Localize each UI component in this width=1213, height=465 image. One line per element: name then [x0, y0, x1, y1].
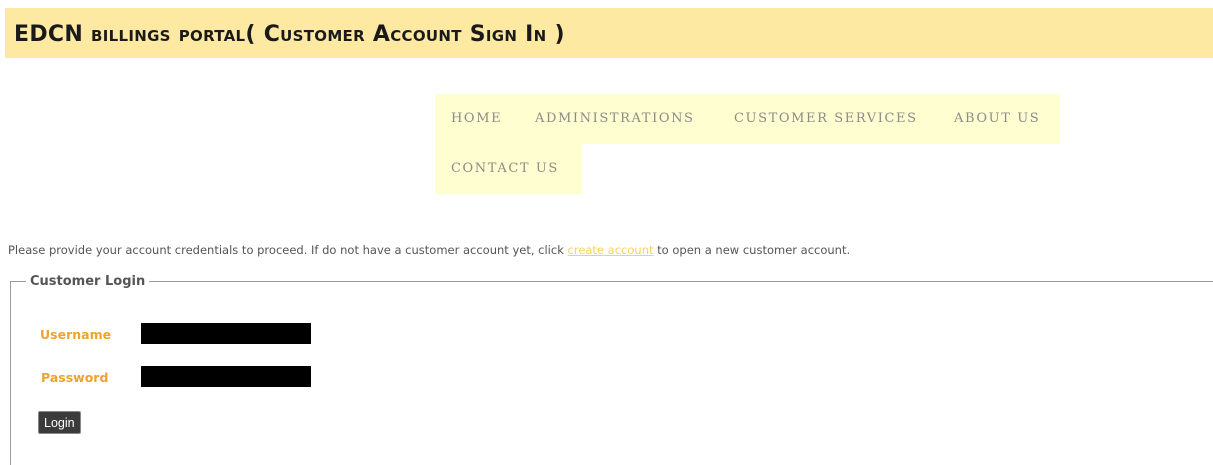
username-input[interactable]: [141, 323, 311, 344]
customer-login-legend: Customer Login: [30, 274, 146, 289]
password-label: Password: [41, 370, 109, 385]
nav-item-contact-us[interactable]: CONTACT US: [435, 144, 582, 194]
nav-item-home[interactable]: HOME: [435, 94, 519, 144]
create-account-link[interactable]: create account: [568, 243, 654, 257]
username-label: Username: [40, 327, 112, 342]
intro-text-after: to open a new customer account.: [653, 243, 851, 257]
nav-item-customer-services[interactable]: CUSTOMER SERVICES: [718, 94, 938, 144]
nav-item-administrations[interactable]: ADMINISTRATIONS: [519, 94, 718, 144]
login-button[interactable]: Login: [38, 411, 81, 434]
page-title: EDCN billings portal( Customer Account S…: [14, 22, 565, 47]
intro-text-before: Please provide your account credentials …: [8, 243, 568, 257]
page-header: EDCN billings portal( Customer Account S…: [5, 8, 1213, 58]
password-input[interactable]: [141, 366, 311, 387]
nav-item-about-us[interactable]: ABOUT US: [938, 94, 1060, 144]
intro-text: Please provide your account credentials …: [8, 243, 850, 257]
